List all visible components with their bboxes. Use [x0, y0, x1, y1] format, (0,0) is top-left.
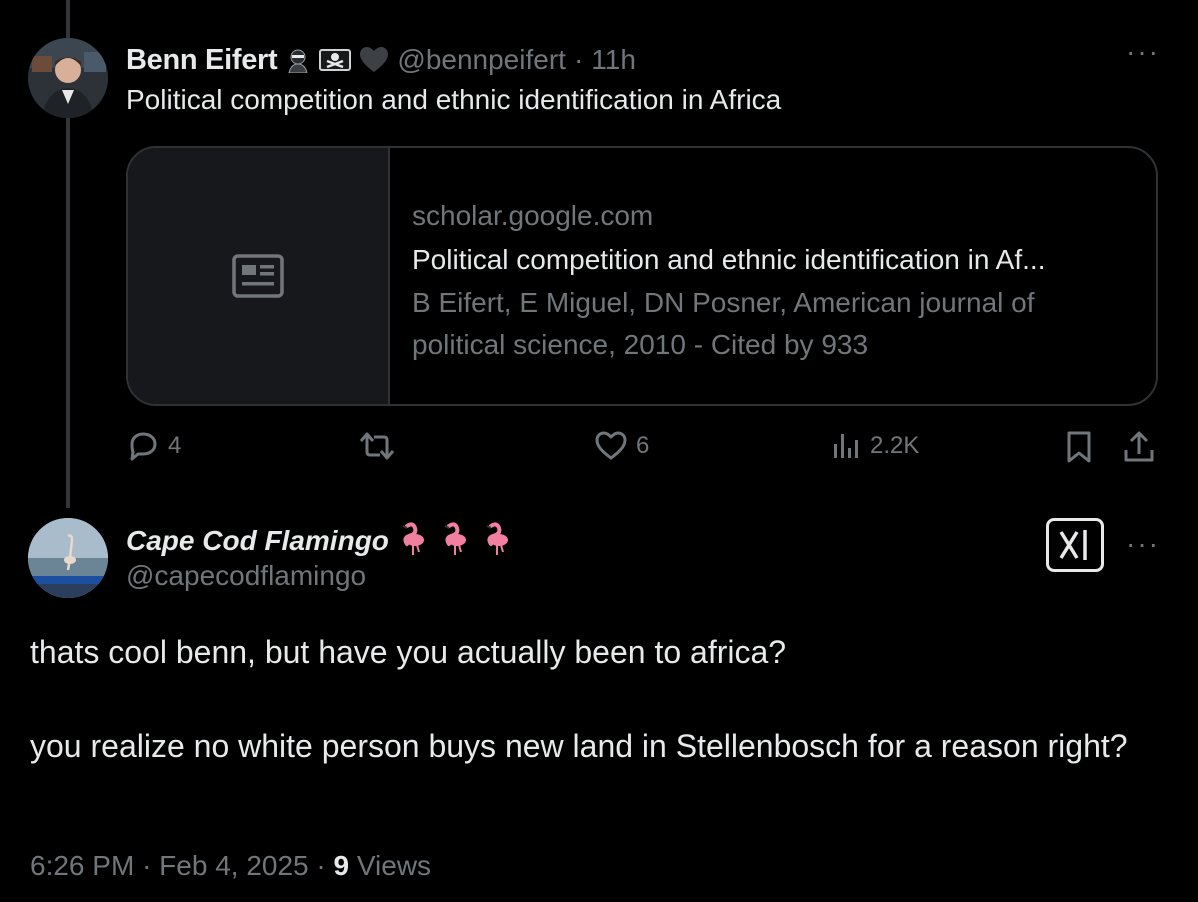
avatar-photo — [28, 518, 108, 598]
tweet-text: thats cool benn, but have you actually b… — [30, 628, 1160, 770]
flamingo-emoji — [479, 520, 515, 561]
retweet-button[interactable] — [358, 430, 404, 462]
avatar[interactable] — [28, 38, 108, 118]
author-handle[interactable]: @bennpeifert — [397, 44, 566, 76]
tweet-text: Political competition and ethnic identif… — [126, 84, 782, 115]
card-body: scholar.google.com Political competition… — [412, 194, 1130, 366]
grok-button[interactable] — [1046, 518, 1104, 572]
bookmark-icon — [1067, 431, 1091, 463]
avatar-photo — [28, 38, 108, 118]
tweet-meta: 6:26 PM · Feb 4, 2025 · 9 Views — [30, 850, 431, 882]
tweet-header: Cape Cod Flamingo — [126, 520, 515, 561]
link-preview-card[interactable]: scholar.google.com Political competition… — [126, 146, 1158, 406]
reply-icon — [130, 432, 157, 461]
separator-dot: · — [142, 850, 152, 881]
post-time[interactable]: 11h — [591, 44, 636, 76]
avatar[interactable] — [28, 518, 108, 598]
black-heart-emoji — [359, 46, 389, 74]
tweet-paragraph: thats cool benn, but have you actually b… — [30, 634, 787, 670]
tweet-actions-bar: 4 6 2.2K — [126, 430, 1166, 478]
more-options-button[interactable]: ··· — [1126, 36, 1160, 68]
more-options-button[interactable]: ··· — [1126, 528, 1160, 560]
article-icon — [232, 254, 284, 298]
tweet-paragraph: you realize no white person buys new lan… — [30, 728, 1128, 764]
views-label: Views — [356, 850, 432, 881]
analytics-icon — [834, 434, 858, 458]
like-count: 6 — [636, 432, 650, 459]
reply-count: 4 — [168, 432, 182, 459]
grok-icon — [1059, 530, 1087, 560]
retweet-icon — [359, 432, 395, 460]
bookmark-button[interactable] — [1064, 430, 1094, 464]
views-button[interactable]: 2.2K — [830, 430, 919, 462]
flamingo-emoji — [395, 520, 431, 561]
post-time[interactable]: 6:26 PM — [30, 850, 134, 881]
pirate-flag-emoji — [319, 47, 352, 73]
card-domain: scholar.google.com — [412, 200, 654, 231]
author-handle[interactable]: @capecodflamingo — [126, 560, 366, 592]
like-button[interactable]: 6 — [594, 430, 649, 462]
reply-button[interactable]: 4 — [126, 430, 181, 462]
flamingo-emoji — [437, 520, 473, 561]
post-date[interactable]: Feb 4, 2025 — [159, 850, 308, 881]
tweet-header: Benn Eifert @bennpeifert · 11h — [126, 40, 636, 80]
separator-dot: · — [316, 850, 326, 881]
author-name[interactable]: Cape Cod Flamingo — [126, 525, 389, 557]
views-count: 9 — [333, 850, 350, 881]
card-thumbnail — [128, 148, 390, 404]
share-icon — [1124, 431, 1154, 462]
ninja-emoji — [285, 47, 311, 73]
views-count: 2.2K — [870, 432, 920, 459]
share-button[interactable] — [1122, 430, 1156, 464]
author-name[interactable]: Benn Eifert — [126, 44, 278, 77]
card-description: B Eifert, E Miguel, DN Posner, American … — [412, 287, 1035, 360]
separator-dot: · — [573, 44, 584, 75]
card-title: Political competition and ethnic identif… — [412, 244, 1046, 275]
heart-icon — [595, 431, 627, 460]
